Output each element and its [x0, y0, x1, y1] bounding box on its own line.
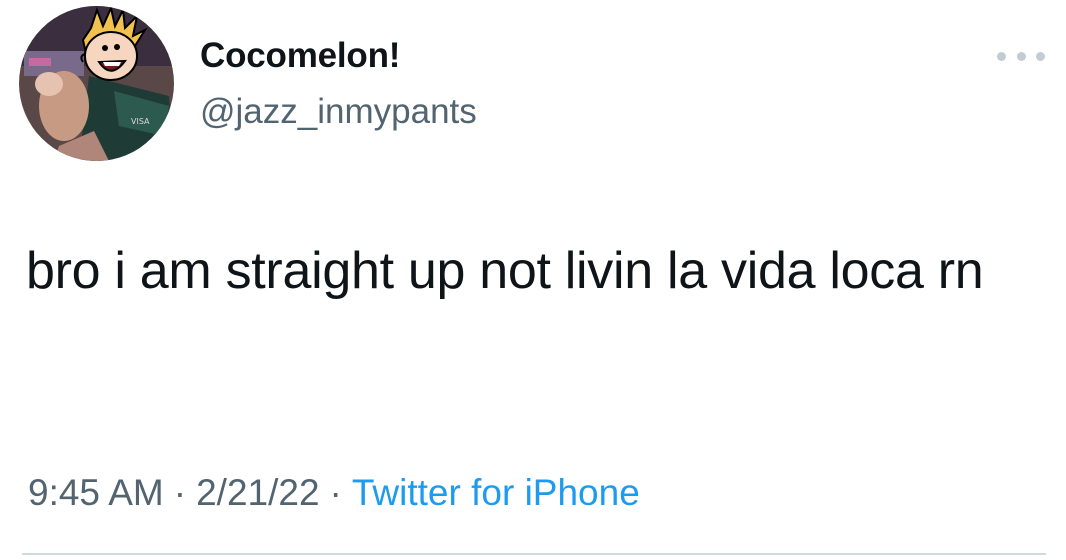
- tweet-time[interactable]: 9:45 AM: [28, 472, 164, 513]
- more-dot-icon: [1016, 51, 1026, 61]
- tweet-card: VISA Cocomelon! @jazz_inmypants bro i am…: [0, 0, 1066, 560]
- svg-text:VISA: VISA: [131, 117, 150, 126]
- more-dot-icon: [1036, 51, 1045, 61]
- tweet-source-link[interactable]: Twitter for iPhone: [352, 472, 640, 513]
- meta-separator: ·: [329, 472, 342, 513]
- more-options-button[interactable]: [997, 44, 1045, 68]
- divider: [22, 553, 1046, 555]
- user-handle[interactable]: @jazz_inmypants: [200, 92, 477, 132]
- avatar[interactable]: VISA: [19, 6, 174, 161]
- cartoon-avatar-icon: VISA: [19, 6, 174, 161]
- tweet-date[interactable]: 2/21/22: [196, 472, 319, 513]
- tweet-text: bro i am straight up not livin la vida l…: [26, 242, 984, 300]
- tweet-meta: 9:45 AM · 2/21/22 · Twitter for iPhone: [28, 472, 640, 514]
- meta-separator: ·: [173, 472, 187, 513]
- more-dot-icon: [997, 51, 1006, 61]
- display-name[interactable]: Cocomelon!: [200, 36, 400, 76]
